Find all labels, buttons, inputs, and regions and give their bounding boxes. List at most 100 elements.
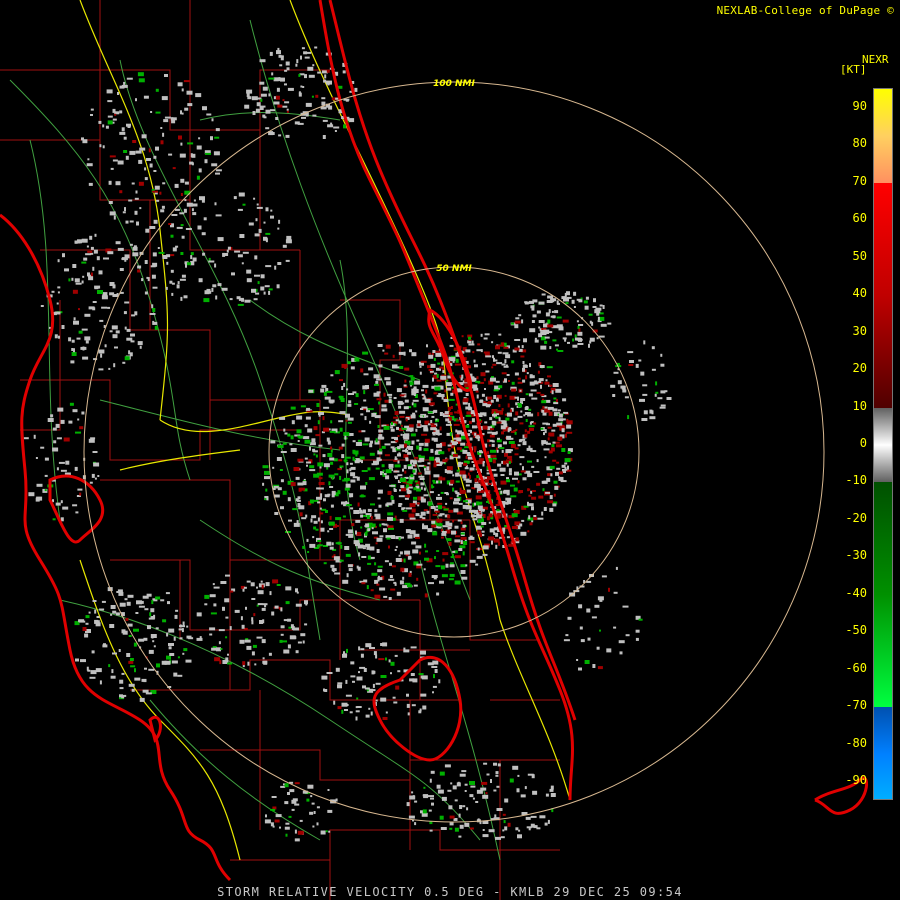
echo-bin: [495, 774, 499, 777]
echo-bin: [416, 445, 420, 450]
echo-bin: [301, 116, 306, 119]
echo-bin: [524, 433, 528, 438]
echo-bin: [384, 377, 391, 381]
echo-bin: [578, 604, 583, 609]
echo-bin: [398, 503, 402, 507]
echo-bin: [110, 605, 116, 609]
echo-bin: [365, 643, 372, 648]
echo-bin: [60, 419, 65, 424]
echo-bin: [533, 517, 538, 521]
echo-bin: [471, 487, 475, 490]
echo-bin: [481, 530, 485, 533]
echo-bin: [365, 714, 370, 718]
echo-bin: [545, 312, 550, 317]
echo-bin: [181, 625, 185, 628]
echo-bin: [493, 538, 500, 543]
echo-bin: [23, 437, 29, 440]
echo-bin: [190, 255, 193, 260]
echo-bin: [347, 492, 350, 495]
echo-bin: [276, 584, 281, 586]
echo-bin: [119, 131, 126, 135]
echo-bin: [162, 182, 166, 185]
echo-bin: [114, 113, 117, 116]
echo-bin: [376, 378, 383, 381]
echo-bin: [138, 605, 145, 608]
echo-bin: [296, 59, 299, 64]
echo-bin: [422, 705, 427, 710]
echo-bin: [529, 363, 531, 368]
echo-bin: [182, 652, 185, 655]
echo-bin: [150, 616, 154, 619]
echo-bin: [94, 233, 97, 237]
echo-bin: [526, 372, 529, 375]
echo-bin: [541, 400, 547, 404]
echo-bin: [349, 493, 354, 498]
echo-bin: [126, 77, 133, 80]
echo-bin: [410, 459, 414, 463]
echo-bin: [517, 381, 523, 384]
echo-bin: [294, 829, 297, 834]
echo-bin: [479, 533, 482, 538]
echo-bin: [265, 488, 268, 492]
echo-bin: [479, 450, 483, 454]
echo-bin: [108, 201, 113, 204]
echo-bin: [434, 556, 436, 560]
echo-bin: [341, 709, 344, 714]
echo-bin: [489, 439, 494, 442]
echo-bin: [56, 467, 59, 471]
echo-bin: [415, 545, 422, 549]
echo-bin: [369, 647, 375, 649]
echo-bin: [412, 460, 417, 465]
echo-bin: [137, 341, 143, 346]
echo-bin: [211, 118, 214, 122]
echo-bin: [371, 527, 374, 530]
echo-bin: [403, 649, 410, 653]
echo-bin: [556, 444, 562, 448]
echo-bin: [256, 636, 263, 639]
echo-bin: [436, 496, 442, 500]
echo-bin: [276, 87, 280, 92]
echo-bin: [544, 406, 548, 409]
echo-bin: [495, 532, 499, 537]
echo-bin: [372, 683, 375, 688]
echo-bin: [295, 476, 300, 480]
echo-bin: [290, 482, 296, 487]
echo-bin: [573, 306, 576, 308]
echo-bin: [237, 208, 243, 211]
echo-bin: [278, 134, 282, 137]
echo-bin: [531, 307, 535, 311]
echo-bin: [153, 645, 156, 648]
echo-bin: [321, 384, 327, 388]
echo-bin: [237, 303, 244, 306]
echo-bin: [515, 411, 519, 416]
echo-bin: [446, 387, 452, 391]
colorbar-tick-label: -50: [845, 623, 867, 638]
echo-bin: [440, 827, 447, 830]
echo-bin: [512, 765, 519, 770]
echo-bin: [529, 328, 536, 333]
echo-bin: [434, 372, 438, 375]
echo-bin: [373, 651, 377, 656]
echo-bin: [306, 461, 311, 464]
echo-bin: [597, 596, 604, 601]
echo-bin: [531, 320, 535, 323]
legend-unit-label: [KT]: [840, 63, 867, 76]
echo-bin: [413, 403, 417, 408]
echo-bin: [282, 442, 287, 445]
echo-bin: [342, 515, 346, 518]
echo-bin: [68, 278, 71, 282]
echo-bin: [285, 61, 290, 66]
echo-bin: [566, 296, 572, 299]
echo-bin: [388, 545, 390, 549]
echo-bin: [566, 424, 572, 429]
echo-bin: [109, 155, 116, 158]
echo-bin: [514, 453, 519, 456]
echo-bin: [125, 220, 129, 224]
echo-bin: [599, 629, 601, 632]
echo-bin: [454, 539, 461, 543]
echo-bin: [283, 428, 286, 432]
echo-bin: [549, 507, 554, 512]
echo-bin: [139, 147, 146, 151]
echo-bin: [407, 712, 410, 716]
echo-bin: [421, 425, 428, 428]
